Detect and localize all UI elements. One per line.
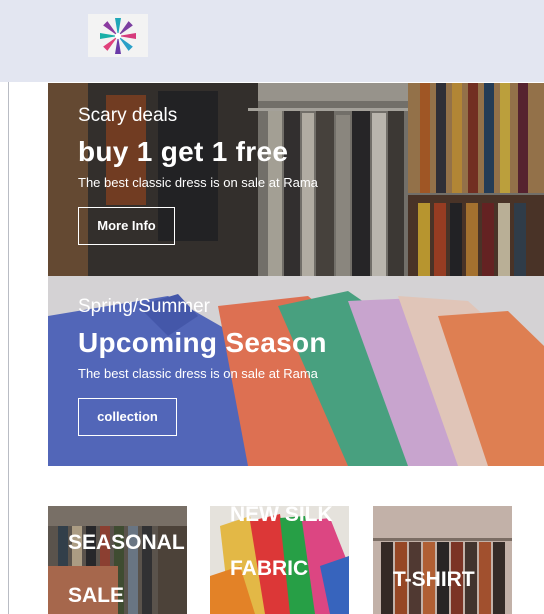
category-label-line1: SEASONAL <box>68 531 185 554</box>
flower-logo-icon <box>100 18 136 54</box>
more-info-button[interactable]: More Info <box>78 207 175 245</box>
banner-season-text: Spring/Summer Upcoming Season The best c… <box>78 296 327 436</box>
logo[interactable] <box>88 14 148 57</box>
category-label-line1: T-SHIRT <box>393 568 475 591</box>
banner-headline: buy 1 get 1 free <box>78 136 289 167</box>
left-border <box>8 0 9 614</box>
category-tile-t-shirt[interactable]: T-SHIRT <box>373 506 512 614</box>
banner-description: The best classic dress is on sale at Ram… <box>78 175 318 190</box>
collection-button[interactable]: collection <box>78 398 177 436</box>
banner-description: The best classic dress is on sale at Ram… <box>78 366 318 381</box>
category-tile-seasonal-sale[interactable]: SEASONAL SALE <box>48 506 187 614</box>
category-label-line1: NEW SILK <box>230 506 333 526</box>
category-label-line2: SALE <box>68 584 125 607</box>
banner-deals-text: Scary deals buy 1 get 1 free The best cl… <box>78 105 318 245</box>
t-shirt-rack-photo <box>373 506 512 614</box>
banner-subtitle: Spring/Summer <box>78 296 210 317</box>
banner-deals: Scary deals buy 1 get 1 free The best cl… <box>48 83 544 276</box>
header <box>0 0 544 82</box>
banner-season: Spring/Summer Upcoming Season The best c… <box>48 276 544 466</box>
banner-subtitle: Scary deals <box>78 105 178 126</box>
banner-headline: Upcoming Season <box>78 327 327 358</box>
page: Scary deals buy 1 get 1 free The best cl… <box>0 0 544 614</box>
category-tile-silk-fabric[interactable]: NEW SILK FABRIC <box>210 506 349 614</box>
category-label-line2: FABRIC <box>230 557 309 580</box>
